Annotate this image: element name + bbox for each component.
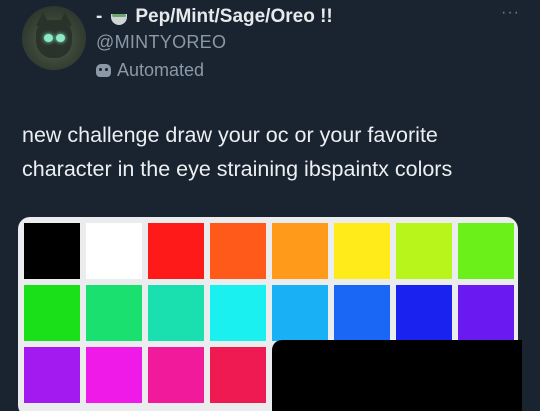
color-swatch xyxy=(272,223,328,279)
display-name-row[interactable]: - Pep/Mint/Sage/Oreo !! xyxy=(96,6,333,28)
automated-badge: Automated xyxy=(96,60,204,81)
color-swatch xyxy=(148,285,204,341)
tweet-screenshot: - Pep/Mint/Sage/Oreo !! @MINTYOREO Autom… xyxy=(0,0,540,411)
color-swatch xyxy=(210,223,266,279)
color-swatch xyxy=(24,285,80,341)
teacup-icon xyxy=(110,10,128,25)
bot-icon xyxy=(96,64,111,77)
color-swatch xyxy=(210,285,266,341)
color-swatch xyxy=(458,223,514,279)
color-swatch xyxy=(396,285,452,341)
color-swatch xyxy=(148,223,204,279)
name-prefix: - xyxy=(96,6,103,27)
color-swatch xyxy=(24,347,80,403)
color-swatch xyxy=(210,347,266,403)
color-swatch xyxy=(458,285,514,341)
display-name[interactable]: Pep/Mint/Sage/Oreo !! xyxy=(135,6,332,28)
color-swatch xyxy=(86,347,142,403)
tweet-text: new challenge draw your oc or your favor… xyxy=(22,123,453,181)
color-swatch xyxy=(24,223,80,279)
color-swatch xyxy=(272,285,328,341)
avatar-eye-right xyxy=(56,34,65,42)
color-swatch xyxy=(334,285,390,341)
avatar[interactable] xyxy=(22,6,86,70)
more-options-icon[interactable]: ··· xyxy=(501,4,520,22)
color-swatch xyxy=(334,223,390,279)
color-swatch xyxy=(396,223,452,279)
avatar-eye-left xyxy=(44,34,53,42)
redaction-block xyxy=(272,340,522,411)
avatar-figure xyxy=(36,20,72,58)
user-handle[interactable]: @MINTYOREO xyxy=(96,32,226,53)
color-swatch xyxy=(86,285,142,341)
automated-label: Automated xyxy=(117,60,205,80)
color-swatch xyxy=(86,223,142,279)
color-swatch xyxy=(148,347,204,403)
